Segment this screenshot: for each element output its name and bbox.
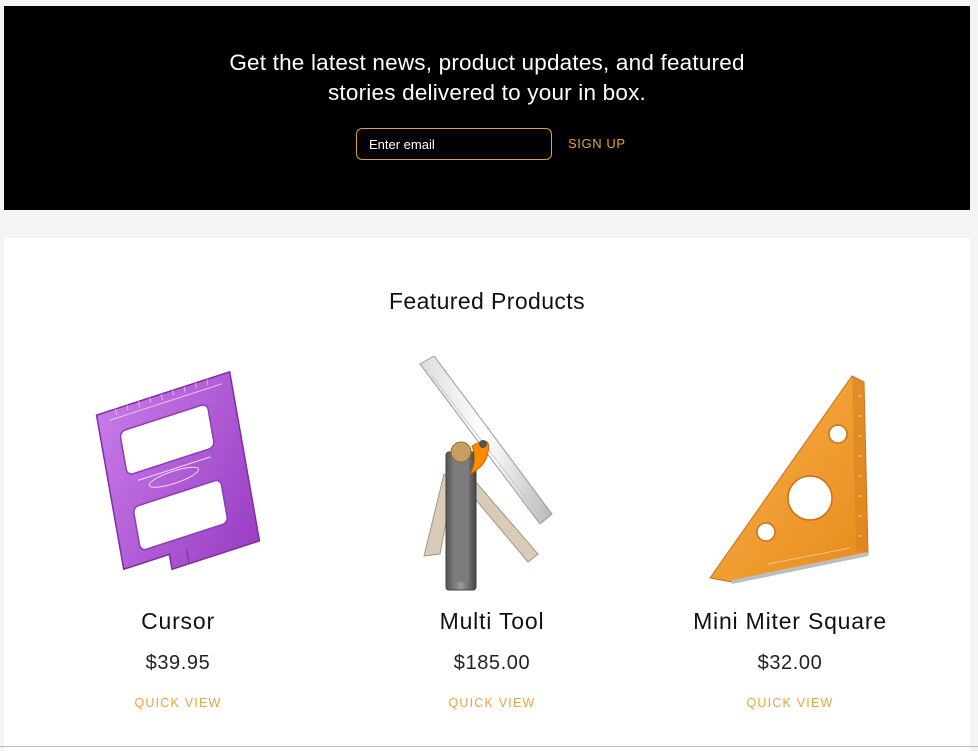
product-name[interactable]: Multi Tool bbox=[342, 608, 642, 635]
quick-view-link[interactable]: QUICK VIEW bbox=[640, 696, 940, 710]
product-card-mini-miter-square[interactable]: Mini Miter Square $32.00 QUICK VIEW bbox=[640, 356, 940, 726]
product-price: $39.95 bbox=[145, 652, 211, 674]
email-input[interactable] bbox=[356, 128, 552, 160]
quick-view-link[interactable]: QUICK VIEW bbox=[28, 696, 328, 710]
featured-products-title: Featured Products bbox=[388, 288, 585, 314]
cursor-tool-icon[interactable] bbox=[28, 356, 328, 596]
bottom-divider bbox=[0, 746, 978, 747]
multi-tool-icon[interactable] bbox=[342, 356, 642, 596]
product-price: $32.00 bbox=[757, 652, 823, 674]
newsletter-section: Get the latest news, product updates, an… bbox=[4, 6, 970, 210]
product-card-multi-tool[interactable]: Multi Tool $185.00 QUICK VIEW bbox=[342, 356, 642, 726]
miter-square-icon[interactable] bbox=[640, 356, 940, 596]
newsletter-heading-line1: Get the latest news, product updates, an… bbox=[229, 50, 745, 75]
product-card-cursor[interactable]: Cursor $39.95 QUICK VIEW bbox=[28, 356, 328, 726]
featured-products-section: Featured Products Cursor $39.95 QUICK VI… bbox=[4, 238, 970, 751]
product-name[interactable]: Cursor bbox=[28, 608, 328, 635]
newsletter-heading-line2: stories delivered to your in box. bbox=[327, 80, 646, 105]
quick-view-link[interactable]: QUICK VIEW bbox=[342, 696, 642, 710]
signup-button[interactable]: SIGN UP bbox=[568, 136, 626, 151]
product-name[interactable]: Mini Miter Square bbox=[640, 608, 940, 635]
product-price: $185.00 bbox=[453, 652, 531, 674]
newsletter-heading: Get the latest news, product updates, an… bbox=[4, 48, 970, 108]
